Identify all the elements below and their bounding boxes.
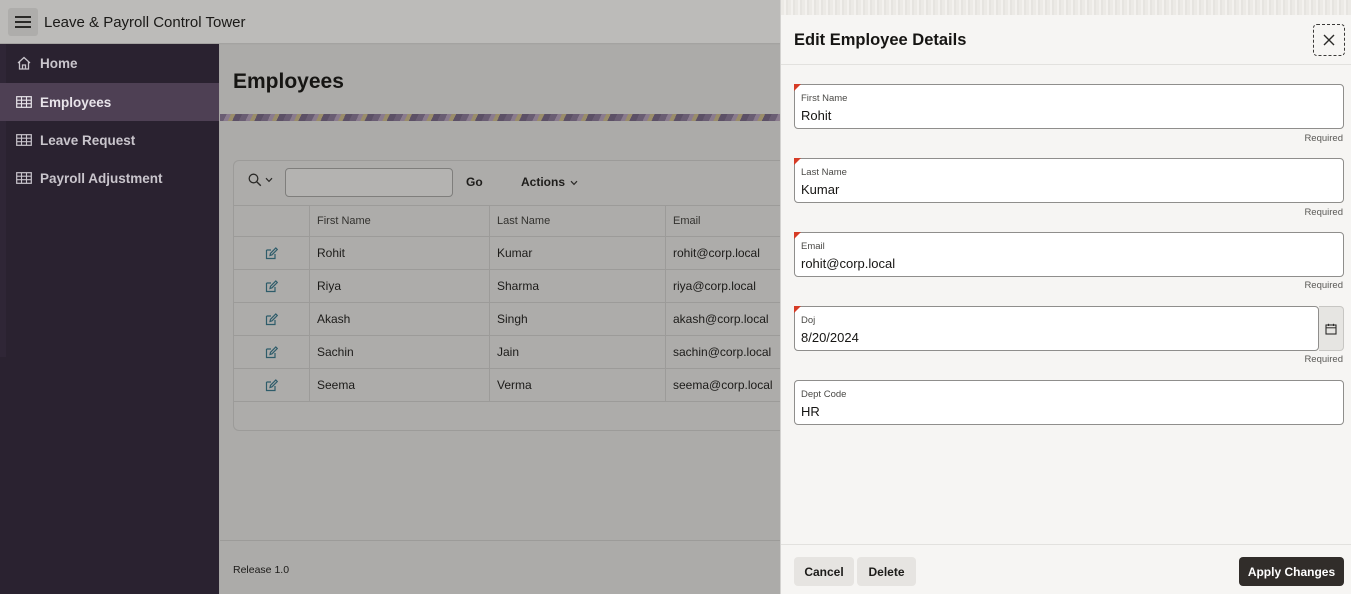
chevron-down-icon — [570, 180, 578, 186]
search-input[interactable] — [285, 168, 453, 197]
required-indicator: Required — [1304, 354, 1343, 365]
required-indicator: Required — [1304, 133, 1343, 144]
chevron-down-icon — [265, 177, 273, 183]
employees-grid: First Name Last Name Email Rohit Kumar r… — [234, 205, 794, 402]
cell-email: rohit@corp.local — [665, 237, 794, 269]
table-row: Riya Sharma riya@corp.local — [234, 270, 794, 303]
footer-divider — [220, 540, 780, 541]
close-button[interactable] — [1313, 24, 1345, 56]
sidebar-item-payroll-adjustment[interactable]: Payroll Adjustment — [0, 159, 219, 197]
dept-code-label: Dept Code — [801, 389, 847, 400]
drawer-title: Edit Employee Details — [794, 31, 967, 49]
edit-row-button[interactable] — [234, 237, 309, 269]
edit-icon — [265, 246, 278, 259]
table-row: Sachin Jain sachin@corp.local — [234, 336, 794, 369]
table-icon — [15, 171, 33, 185]
sidebar-item-label: Home — [40, 55, 78, 71]
last-name-label: Last Name — [801, 167, 847, 178]
menu-icon[interactable] — [8, 8, 38, 36]
edit-row-button[interactable] — [234, 369, 309, 401]
cell-email: seema@corp.local — [665, 369, 794, 401]
actions-label: Actions — [521, 175, 566, 189]
column-header-first-name[interactable]: First Name — [309, 206, 489, 236]
cancel-button[interactable]: Cancel — [794, 557, 854, 586]
edit-row-button[interactable] — [234, 336, 309, 368]
drawer-divider — [781, 64, 1351, 65]
sidebar-item-label: Leave Request — [40, 132, 136, 148]
apply-changes-button[interactable]: Apply Changes — [1239, 557, 1344, 586]
doj-label: Doj — [801, 315, 816, 326]
edit-icon — [265, 312, 278, 325]
cell-first-name: Akash — [309, 303, 489, 335]
app-header: Leave & Payroll Control Tower — [0, 0, 780, 44]
sidebar-item-home[interactable]: Home — [0, 44, 219, 82]
sidebar-item-label: Employees — [40, 94, 112, 110]
cell-last-name: Sharma — [489, 270, 665, 302]
edit-icon — [265, 378, 278, 391]
actions-menu-button[interactable]: Actions — [521, 175, 578, 189]
cell-first-name: Seema — [309, 369, 489, 401]
edit-icon — [265, 345, 278, 358]
page-title: Employees — [233, 70, 344, 93]
email-value: rohit@corp.local — [801, 256, 896, 271]
edit-icon — [265, 279, 278, 292]
first-name-label: First Name — [801, 93, 848, 104]
calendar-icon — [1325, 323, 1337, 335]
last-name-field[interactable]: Last Name Kumar — [794, 158, 1344, 203]
doj-field[interactable]: Doj 8/20/2024 — [794, 306, 1319, 351]
app-title: Leave & Payroll Control Tower — [44, 14, 246, 31]
table-icon — [15, 133, 33, 147]
email-field[interactable]: Email rohit@corp.local — [794, 232, 1344, 277]
sidebar-item-employees[interactable]: Employees — [0, 83, 219, 121]
table-row: Akash Singh akash@corp.local — [234, 303, 794, 336]
cell-last-name: Verma — [489, 369, 665, 401]
page-banner — [220, 114, 780, 121]
sidebar-item-leave-request[interactable]: Leave Request — [0, 121, 219, 159]
cell-last-name: Singh — [489, 303, 665, 335]
search-column-selector[interactable] — [248, 173, 273, 187]
first-name-field[interactable]: First Name Rohit — [794, 84, 1344, 129]
edit-employee-drawer: Edit Employee Details First Name Rohit R… — [780, 0, 1351, 594]
email-label: Email — [801, 241, 825, 252]
cell-first-name: Rohit — [309, 237, 489, 269]
required-indicator: Required — [1304, 280, 1343, 291]
column-header-email[interactable]: Email — [665, 206, 794, 236]
edit-row-button[interactable] — [234, 270, 309, 302]
drawer-pattern — [781, 0, 1351, 15]
table-row: Rohit Kumar rohit@corp.local — [234, 237, 794, 270]
dept-code-field[interactable]: Dept Code HR — [794, 380, 1344, 425]
close-icon — [1323, 34, 1335, 46]
date-picker-button[interactable] — [1319, 306, 1344, 351]
edit-column-header — [234, 206, 309, 236]
sidebar-item-label: Payroll Adjustment — [40, 170, 163, 186]
dept-code-value: HR — [801, 404, 820, 419]
report-region: Go Actions First Name Last Name Email Ro… — [233, 160, 794, 431]
cell-first-name: Sachin — [309, 336, 489, 368]
cell-last-name: Jain — [489, 336, 665, 368]
required-indicator: Required — [1304, 207, 1343, 218]
cell-email: sachin@corp.local — [665, 336, 794, 368]
edit-row-button[interactable] — [234, 303, 309, 335]
go-button[interactable]: Go — [466, 175, 483, 189]
cell-email: riya@corp.local — [665, 270, 794, 302]
main-content: Employees Go Actions First Name Last Nam… — [220, 45, 794, 594]
delete-button[interactable]: Delete — [857, 557, 916, 586]
cell-email: akash@corp.local — [665, 303, 794, 335]
first-name-value: Rohit — [801, 108, 832, 123]
release-label: Release 1.0 — [233, 564, 290, 576]
grid-header: First Name Last Name Email — [234, 205, 794, 237]
table-icon — [15, 95, 33, 109]
last-name-value: Kumar — [801, 182, 840, 197]
search-icon — [248, 173, 262, 187]
column-header-last-name[interactable]: Last Name — [489, 206, 665, 236]
table-row: Seema Verma seema@corp.local — [234, 369, 794, 402]
home-icon — [15, 56, 33, 70]
cell-last-name: Kumar — [489, 237, 665, 269]
drawer-footer-divider — [781, 544, 1351, 545]
cell-first-name: Riya — [309, 270, 489, 302]
doj-value: 8/20/2024 — [801, 330, 859, 345]
